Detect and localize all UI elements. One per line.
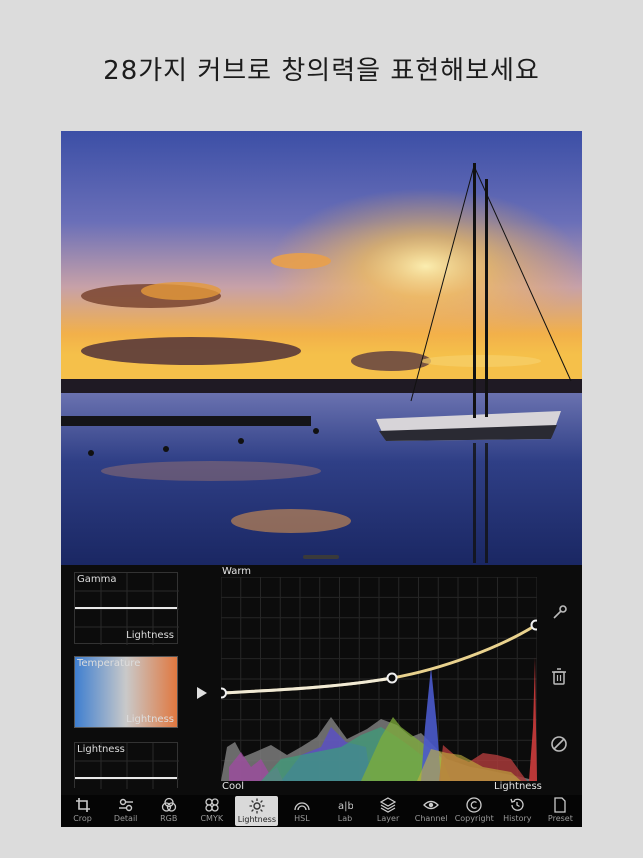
detail-icon bbox=[118, 798, 133, 812]
eyedropper-icon[interactable] bbox=[550, 603, 568, 621]
lightness-icon bbox=[249, 798, 265, 814]
tool-label: Lightness bbox=[237, 815, 276, 824]
tool-hsl[interactable]: HSL bbox=[280, 795, 323, 827]
tool-label: History bbox=[503, 814, 532, 823]
headline: 28가지 커브로 창의력을 표현해보세요 bbox=[103, 56, 540, 86]
crop-icon bbox=[75, 798, 90, 812]
hsl-icon bbox=[294, 802, 310, 811]
curve-thumbnail-gamma[interactable]: Gamma Lightness bbox=[74, 572, 179, 645]
thumbnail-curve-line bbox=[75, 777, 177, 779]
lab-icon: a|b bbox=[338, 801, 353, 812]
channel-icon bbox=[423, 800, 440, 810]
thumbnail-name: Lightness bbox=[77, 744, 125, 755]
thumbnail-curve-line bbox=[75, 607, 177, 609]
play-indicator-icon[interactable] bbox=[196, 686, 208, 700]
layer-icon bbox=[380, 797, 397, 813]
tool-label: CMYK bbox=[200, 814, 224, 823]
tool-label: Channel bbox=[414, 814, 448, 823]
photo-canvas[interactable] bbox=[61, 131, 582, 565]
svg-text:a|b: a|b bbox=[338, 801, 353, 812]
curve-thumbnail-lightness[interactable]: Lightness bbox=[74, 742, 179, 789]
curve-thumbnail-temperature[interactable]: Temperature Lightness bbox=[74, 656, 178, 728]
app-screen: Gamma Lightness Temperature Lightness Li… bbox=[61, 131, 582, 827]
tool-layer[interactable]: Layer bbox=[367, 795, 410, 827]
curve-bottom-right-label: Lightness bbox=[494, 781, 542, 792]
tool-crop[interactable]: Crop bbox=[61, 795, 104, 827]
tool-cmyk[interactable]: CMYK bbox=[190, 795, 233, 827]
tool-label: RGB bbox=[160, 814, 178, 823]
curve-point[interactable] bbox=[386, 672, 398, 684]
tool-lab[interactable]: a|b Lab bbox=[323, 795, 366, 827]
tool-label: Copyright bbox=[454, 814, 494, 823]
copyright-icon bbox=[466, 797, 482, 813]
tool-label: Detail bbox=[113, 814, 138, 823]
curve-point[interactable] bbox=[530, 619, 538, 631]
reset-icon[interactable] bbox=[550, 735, 568, 753]
panel-grabber-handle[interactable] bbox=[303, 555, 339, 559]
tool-channel[interactable]: Channel bbox=[410, 795, 453, 827]
tool-label: Crop bbox=[73, 814, 92, 823]
thumbnail-sub: Lightness bbox=[126, 630, 174, 641]
tool-label: Lab bbox=[337, 814, 353, 823]
history-icon bbox=[510, 798, 524, 811]
preset-icon bbox=[554, 797, 567, 813]
tool-detail[interactable]: Detail bbox=[104, 795, 147, 827]
tool-label: Preset bbox=[547, 814, 573, 823]
curve-editor[interactable] bbox=[221, 577, 537, 781]
tool-preset[interactable]: Preset bbox=[539, 795, 582, 827]
tool-label: Layer bbox=[376, 814, 400, 823]
tool-label: HSL bbox=[294, 814, 310, 823]
tool-lightness[interactable]: Lightness bbox=[235, 796, 279, 826]
curve-top-label: Warm bbox=[222, 566, 252, 577]
cmyk-icon bbox=[205, 798, 219, 812]
curves-panel: Gamma Lightness Temperature Lightness Li… bbox=[61, 565, 582, 827]
tool-copyright[interactable]: Copyright bbox=[453, 795, 496, 827]
thumbnail-name: Gamma bbox=[77, 574, 117, 585]
thumbnail-name: Temperature bbox=[77, 658, 141, 669]
rgb-icon bbox=[161, 797, 176, 812]
tool-history[interactable]: History bbox=[496, 795, 539, 827]
thumbnail-sub: Lightness bbox=[126, 714, 174, 725]
bottom-toolbar: Crop Detail RGB CMYK Lightness HSL a|b L… bbox=[61, 795, 582, 827]
curve-bottom-left-label: Cool bbox=[222, 781, 244, 792]
curve-point[interactable] bbox=[221, 687, 227, 699]
trash-icon[interactable] bbox=[551, 668, 567, 686]
tool-rgb[interactable]: RGB bbox=[147, 795, 190, 827]
